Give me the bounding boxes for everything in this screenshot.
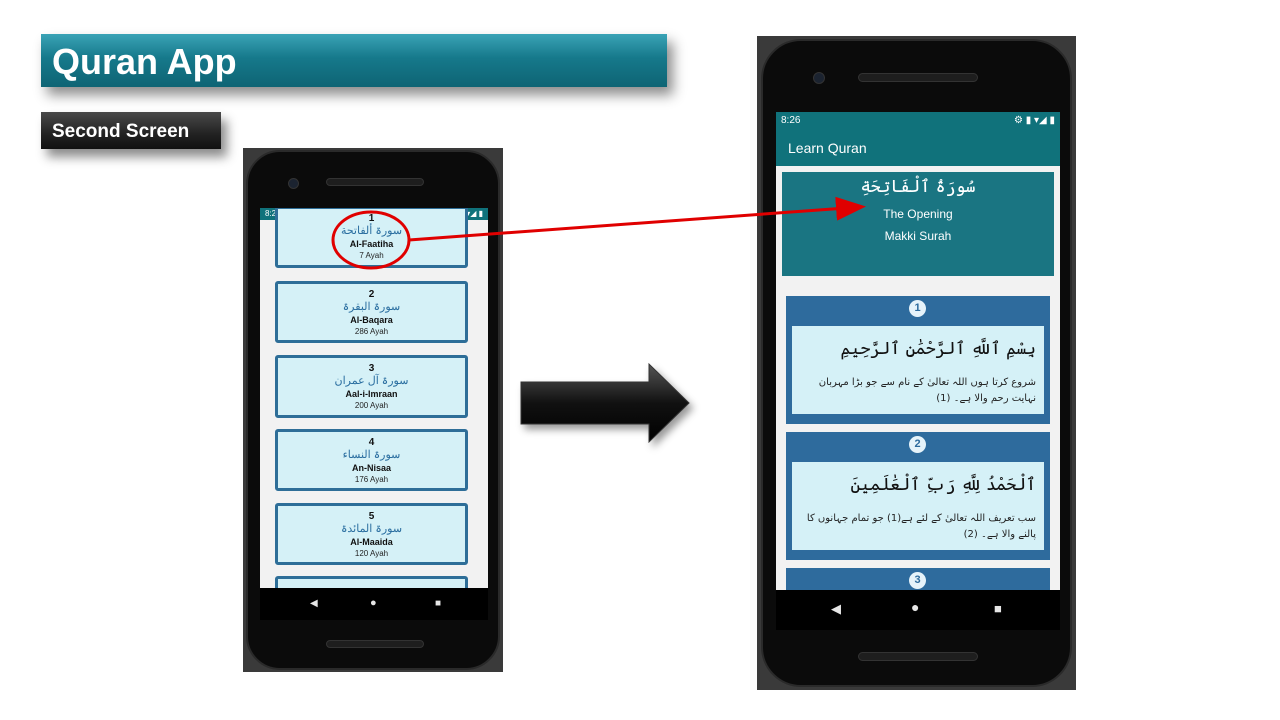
highlight-circle bbox=[331, 210, 411, 270]
transition-arrow bbox=[520, 362, 690, 444]
highlight-connector-arrow bbox=[408, 196, 866, 242]
annotation-layer bbox=[331, 196, 866, 444]
